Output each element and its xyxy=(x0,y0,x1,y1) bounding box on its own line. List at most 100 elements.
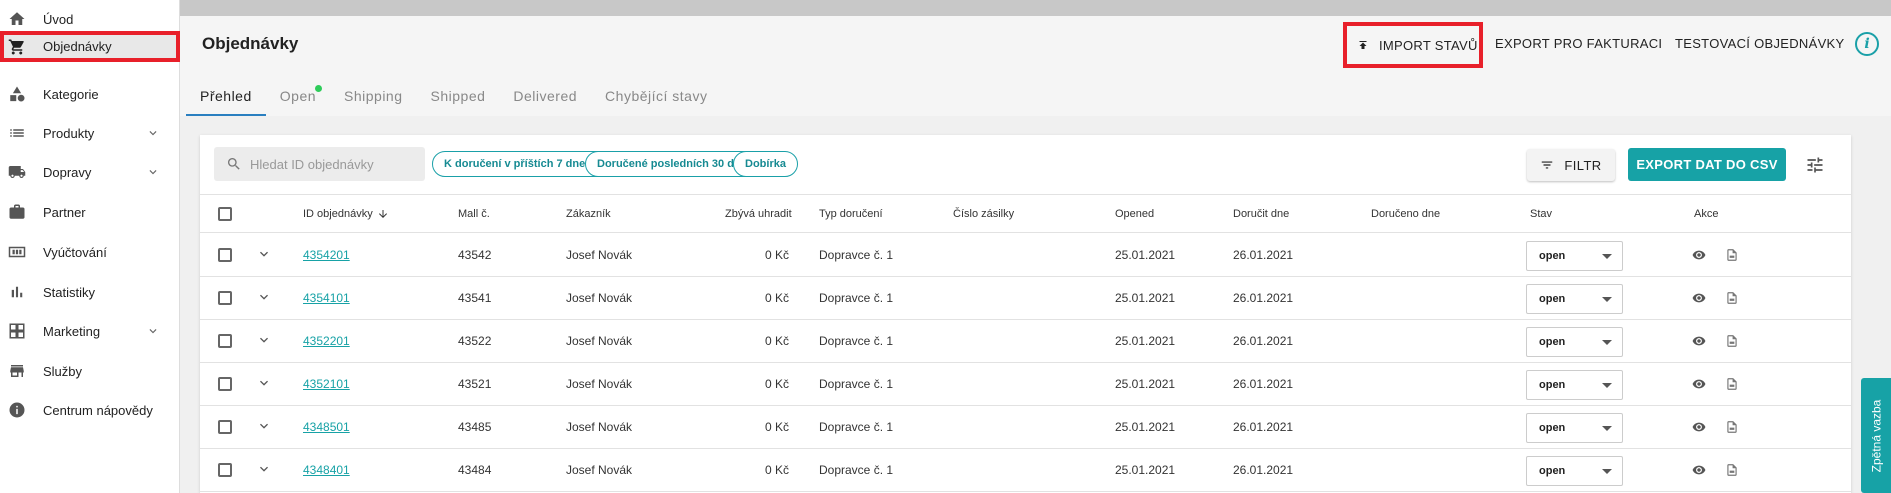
eye-icon[interactable] xyxy=(1692,248,1706,262)
info-icon[interactable]: i xyxy=(1855,32,1879,56)
chevron-down-icon[interactable] xyxy=(256,375,272,394)
order-id-link[interactable]: 4354101 xyxy=(303,291,350,305)
col-delivered-header: Doručeno dne xyxy=(1371,208,1441,220)
export-invoice-button[interactable]: EXPORT PRO FAKTURACI xyxy=(1495,36,1662,51)
chevron-down-icon xyxy=(146,165,160,182)
col-id-header[interactable]: ID objednávky xyxy=(303,208,389,220)
row-checkbox[interactable] xyxy=(218,463,232,477)
col-mall-header: Mall č. xyxy=(458,208,490,220)
chip-deliver-7-days[interactable]: K doručení v příštích 7 dnech xyxy=(432,151,611,177)
sidebar-item-kategorie[interactable]: Kategorie xyxy=(0,75,180,113)
col-customer-header: Zákazník xyxy=(566,208,611,220)
tab-chybejici-stavy[interactable]: Chybějící stavy xyxy=(591,82,721,116)
tab-prehled[interactable]: Přehled xyxy=(186,82,266,116)
tab-shipped[interactable]: Shipped xyxy=(417,82,500,116)
caret-down-icon xyxy=(1602,340,1612,345)
customer-name: Josef Novák xyxy=(566,334,633,348)
status-select[interactable]: open xyxy=(1526,327,1623,357)
document-icon[interactable] xyxy=(1725,291,1739,305)
table-row: 4348501 43485 Josef Novák 0 Kč Dopravce č. 1… xyxy=(200,406,1851,449)
order-id-link[interactable]: 4348501 xyxy=(303,420,350,434)
order-id-link[interactable]: 4352201 xyxy=(303,334,350,348)
sidebar-item-produkty[interactable]: Produkty xyxy=(0,114,180,152)
customer-name: Josef Novák xyxy=(566,463,633,477)
amount-due: 0 Kč xyxy=(764,377,789,391)
eye-icon[interactable] xyxy=(1692,377,1706,391)
order-id-link[interactable]: 4348401 xyxy=(303,463,350,477)
chevron-down-icon[interactable] xyxy=(256,418,272,437)
row-checkbox[interactable] xyxy=(218,377,232,391)
opened-date: 25.01.2021 xyxy=(1115,463,1176,477)
col-due-header: Zbývá uhradit xyxy=(725,208,792,220)
sidebar-item-vyuctovani[interactable]: Vyúčtování xyxy=(0,233,180,271)
deliver-by-date: 26.01.2021 xyxy=(1233,377,1294,391)
delivery-type: Dopravce č. 1 xyxy=(819,463,894,477)
bar-chart-icon xyxy=(8,283,26,301)
feedback-label: Zpětná vazba xyxy=(1869,399,1883,472)
sidebar-item-centrum-napovedy[interactable]: Centrum nápovědy xyxy=(0,391,180,429)
search-input[interactable] xyxy=(250,156,420,172)
tab-delivered[interactable]: Delivered xyxy=(499,82,591,116)
table-row: 4348401 43484 Josef Novák 0 Kč Dopravce č. 1… xyxy=(200,449,1851,492)
sidebar-item-label: Objednávky xyxy=(43,39,112,54)
opened-date: 25.01.2021 xyxy=(1115,377,1176,391)
eye-icon[interactable] xyxy=(1692,334,1706,348)
select-all-checkbox[interactable] xyxy=(218,207,232,221)
document-icon[interactable] xyxy=(1725,248,1739,262)
amount-due: 0 Kč xyxy=(764,463,789,477)
amount-due: 0 Kč xyxy=(764,248,789,262)
document-icon[interactable] xyxy=(1725,334,1739,348)
test-orders-button[interactable]: TESTOVACÍ OBJEDNÁVKY xyxy=(1675,36,1845,51)
delivery-type: Dopravce č. 1 xyxy=(819,248,894,262)
sidebar-item-objednavky[interactable]: Objednávky xyxy=(0,31,180,62)
sidebar-item-partner[interactable]: Partner xyxy=(0,193,180,231)
filter-button[interactable]: FILTR xyxy=(1527,149,1615,181)
order-id-link[interactable]: 4354201 xyxy=(303,248,350,262)
table-row: 4352201 43522 Josef Novák 0 Kč Dopravce č. 1… xyxy=(200,320,1851,363)
chip-delivered-30-days[interactable]: Doručené posledních 30 dní xyxy=(585,151,756,177)
export-csv-button[interactable]: EXPORT DAT DO CSV xyxy=(1628,148,1786,181)
tab-open[interactable]: Open xyxy=(266,82,330,116)
status-select[interactable]: open xyxy=(1526,413,1623,443)
row-checkbox[interactable] xyxy=(218,291,232,305)
customer-name: Josef Novák xyxy=(566,291,633,305)
status-value: open xyxy=(1539,422,1566,434)
sidebar-item-marketing[interactable]: Marketing xyxy=(0,312,180,350)
chevron-down-icon[interactable] xyxy=(256,246,272,265)
page-title: Objednávky xyxy=(202,34,299,53)
caret-down-icon xyxy=(1602,297,1612,302)
row-checkbox[interactable] xyxy=(218,248,232,262)
mall-number: 43521 xyxy=(458,377,492,391)
sidebar-item-sluzby[interactable]: Služby xyxy=(0,352,180,390)
sidebar-item-dopravy[interactable]: Dopravy xyxy=(0,153,180,191)
col-delivery-type-header: Typ doručení xyxy=(819,208,883,220)
status-select[interactable]: open xyxy=(1526,456,1623,486)
eye-icon[interactable] xyxy=(1692,420,1706,434)
chevron-down-icon[interactable] xyxy=(256,289,272,308)
chip-dobirka[interactable]: Dobírka xyxy=(733,151,798,177)
document-icon[interactable] xyxy=(1725,463,1739,477)
eye-icon[interactable] xyxy=(1692,291,1706,305)
row-checkbox[interactable] xyxy=(218,334,232,348)
feedback-tab[interactable]: Zpětná vazba xyxy=(1861,378,1891,493)
truck-icon xyxy=(8,163,26,181)
status-select[interactable]: open xyxy=(1526,370,1623,400)
eye-icon[interactable] xyxy=(1692,463,1706,477)
delivery-type: Dopravce č. 1 xyxy=(819,420,894,434)
status-select[interactable]: open xyxy=(1526,241,1623,271)
tune-icon[interactable] xyxy=(1805,155,1825,175)
caret-down-icon xyxy=(1602,254,1612,259)
import-status-button[interactable]: IMPORT STAVŮ xyxy=(1343,22,1483,68)
sidebar-item-statistiky[interactable]: Statistiky xyxy=(0,273,180,311)
amount-due: 0 Kč xyxy=(764,291,789,305)
deliver-by-date: 26.01.2021 xyxy=(1233,420,1294,434)
chevron-down-icon[interactable] xyxy=(256,461,272,480)
row-checkbox[interactable] xyxy=(218,420,232,434)
order-id-link[interactable]: 4352101 xyxy=(303,377,350,391)
document-icon[interactable] xyxy=(1725,377,1739,391)
status-select[interactable]: open xyxy=(1526,284,1623,314)
document-icon[interactable] xyxy=(1725,420,1739,434)
chevron-down-icon[interactable] xyxy=(256,332,272,351)
tab-shipping[interactable]: Shipping xyxy=(330,82,417,116)
opened-date: 25.01.2021 xyxy=(1115,420,1176,434)
